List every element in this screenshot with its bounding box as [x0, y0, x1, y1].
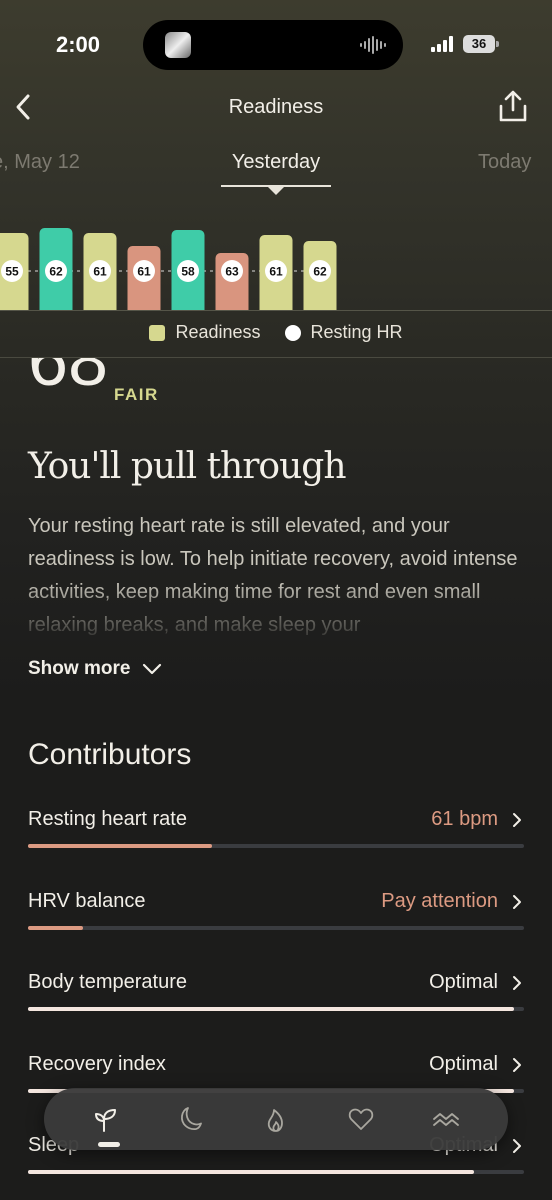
resting-hr-value-label: 61 [269, 265, 283, 279]
contributor-resting-heart-rate[interactable]: Resting heart rate 61 bpm [28, 808, 524, 868]
chevron-right-icon [513, 1139, 521, 1153]
score-area: 68 FAIR [0, 358, 552, 408]
readiness-score: 68 [28, 358, 109, 401]
chevron-right-icon [513, 1058, 521, 1072]
active-tab-indicator [98, 1142, 120, 1147]
chevron-down-icon [143, 663, 162, 675]
contributor-body-temperature[interactable]: Body temperature Optimal [28, 971, 524, 1031]
date-tab-next[interactable]: Today [478, 151, 531, 174]
show-more-label: Show more [28, 658, 131, 679]
readiness-score-label: FAIR [114, 385, 159, 404]
legend-label-readiness: Readiness [175, 322, 261, 342]
chart-legend: Readiness Resting HR [0, 322, 552, 343]
chevron-right-icon [513, 813, 521, 827]
status-time: 2:00 [56, 32, 101, 57]
legend-label-resting-hr: Resting HR [310, 322, 403, 342]
audio-waveform-icon [360, 36, 386, 54]
legend-item-resting-hr: Resting HR [284, 322, 403, 343]
chevron-right-icon [513, 895, 521, 909]
legend-dot-resting-hr [284, 324, 301, 341]
tab-heart[interactable] [341, 1099, 381, 1139]
cellular-signal-icon [431, 36, 453, 52]
contributor-value: Optimal [429, 971, 498, 993]
contributor-progress-track [28, 1170, 524, 1174]
now-playing-thumbnail [165, 32, 191, 58]
resting-hr-value-label: 55 [5, 265, 19, 279]
contributor-progress-fill [28, 926, 83, 930]
contributor-hrv-balance[interactable]: HRV balance Pay attention [28, 890, 524, 950]
readiness-trend-chart[interactable]: 55 62 61 61 58 63 61 62 [0, 205, 552, 310]
tab-readiness[interactable] [86, 1099, 126, 1139]
contributor-progress-track [28, 1007, 524, 1011]
contributor-value: 61 bpm [431, 808, 498, 830]
contributor-label: Body temperature [28, 971, 187, 993]
waves-icon [432, 1113, 459, 1126]
battery-indicator: 36 [463, 35, 495, 53]
flame-icon [267, 1109, 283, 1132]
resting-hr-value-label: 61 [137, 265, 151, 279]
chart-baseline [0, 310, 552, 311]
contributor-progress-fill [28, 1007, 515, 1011]
resting-hr-value-label: 62 [49, 265, 63, 279]
sprout-icon [95, 1109, 117, 1132]
tab-activity[interactable] [256, 1099, 296, 1139]
contributor-progress-fill [28, 844, 212, 848]
legend-swatch-readiness [149, 324, 166, 341]
contributor-progress-track [28, 844, 524, 848]
contributor-value: Optimal [429, 1053, 498, 1075]
bottom-tab-bar [44, 1088, 508, 1150]
contributor-label: Resting heart rate [28, 808, 187, 830]
share-icon[interactable] [494, 88, 532, 126]
heart-icon [348, 1108, 373, 1130]
contributors-title: Contributors [28, 738, 192, 771]
chevron-right-icon [513, 976, 521, 990]
insight-body: Your resting heart rate is still elevate… [28, 515, 518, 636]
contributor-progress-track [28, 926, 524, 930]
insight-headline: You'll pull through [28, 446, 347, 487]
resting-hr-value-label: 61 [93, 265, 107, 279]
legend-item-readiness: Readiness [149, 322, 261, 343]
battery-tip [496, 41, 499, 47]
page-title: Readiness [228, 96, 324, 118]
tab-waves[interactable] [426, 1099, 466, 1139]
tab-sleep[interactable] [171, 1099, 211, 1139]
status-bar: 2:00 36 [0, 0, 552, 90]
resting-hr-value-label: 63 [225, 265, 239, 279]
date-tab-current[interactable]: Yesterday [0, 151, 552, 174]
moon-icon [181, 1107, 203, 1130]
dynamic-island[interactable] [143, 20, 403, 70]
contributor-value: Pay attention [381, 890, 498, 912]
contributor-label: Recovery index [28, 1053, 166, 1075]
contributor-label: HRV balance [28, 890, 146, 912]
contributor-progress-fill [28, 1170, 475, 1174]
show-more-button[interactable]: Show more [28, 658, 162, 680]
resting-hr-value-label: 58 [181, 265, 195, 279]
date-selected-caret [268, 187, 284, 195]
resting-hr-value-label: 62 [313, 265, 327, 279]
